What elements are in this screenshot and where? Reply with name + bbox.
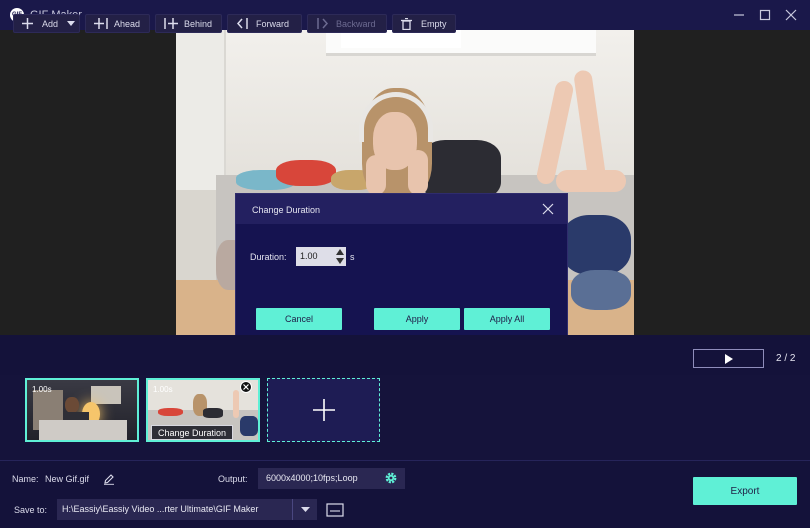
save-to-label: Save to: (14, 505, 48, 515)
empty-button[interactable]: Empty (392, 14, 456, 33)
save-path-dropdown[interactable] (292, 499, 317, 520)
backward-label: Backward (336, 18, 376, 29)
ahead-label: Ahead (114, 18, 141, 29)
duration-stepper[interactable] (334, 247, 346, 266)
close-icon (785, 9, 797, 21)
frame-duration: 1.00s (153, 385, 173, 394)
gear-icon[interactable] (384, 471, 398, 485)
output-settings-field[interactable]: 6000x4000;10fps;Loop (258, 468, 405, 489)
trash-icon (401, 17, 415, 30)
frame-duration: 1.00s (32, 385, 52, 394)
forward-label: Forward (256, 18, 290, 29)
dialog-header: Change Duration (236, 194, 567, 224)
export-button[interactable]: Export (693, 477, 797, 505)
move-backward-icon (316, 18, 330, 29)
frame-toolbar (0, 335, 810, 375)
duration-label: Duration: (250, 252, 287, 262)
minimize-icon (734, 14, 744, 16)
edit-icon[interactable] (103, 472, 115, 485)
output-label: Output: (218, 474, 248, 484)
duration-unit: s (350, 252, 355, 262)
add-label: Add (42, 18, 59, 29)
change-duration-button[interactable]: Change Duration (151, 425, 234, 440)
chevron-down-icon[interactable] (67, 19, 76, 29)
minimize-button[interactable] (730, 6, 748, 24)
change-duration-dialog: Change Duration Duration: 1.00 s Cancel … (235, 193, 568, 345)
app-window: GIF GIF Maker (0, 0, 810, 528)
apply-all-button[interactable]: Apply All (464, 308, 550, 330)
backward-button[interactable]: Backward (307, 14, 387, 33)
behind-button[interactable]: Behind (155, 14, 222, 33)
behind-label: Behind (184, 18, 213, 29)
decrement-arrow-icon[interactable] (334, 256, 346, 265)
dialog-title: Change Duration (252, 205, 321, 215)
empty-label: Empty (421, 18, 447, 29)
name-value: New Gif.gif (45, 474, 90, 484)
dialog-close-button[interactable] (541, 202, 555, 216)
forward-button[interactable]: Forward (227, 14, 302, 33)
add-button[interactable]: Add (13, 14, 80, 33)
cancel-button[interactable]: Cancel (256, 308, 342, 330)
folder-icon[interactable] (326, 502, 344, 517)
insert-behind-icon (164, 18, 178, 29)
save-path-field[interactable]: H:\Eassiy\Eassiy Video ...rter Ultimate\… (57, 499, 317, 520)
play-icon (724, 353, 733, 364)
insert-ahead-icon (94, 18, 108, 29)
frame-page-count: 2 / 2 (776, 353, 796, 364)
name-label: Name: (12, 474, 39, 484)
maximize-icon (759, 9, 771, 21)
delete-frame-button[interactable] (240, 381, 252, 393)
apply-button[interactable]: Apply (374, 308, 460, 330)
close-window-button[interactable] (782, 6, 800, 24)
increment-arrow-icon[interactable] (334, 247, 346, 256)
frame-thumbnail-1[interactable]: 1.00s (25, 378, 139, 442)
ahead-button[interactable]: Ahead (85, 14, 150, 33)
close-icon (243, 384, 249, 390)
chevron-down-icon (300, 506, 310, 512)
move-forward-icon (236, 18, 250, 29)
add-frame-button[interactable] (267, 378, 380, 442)
maximize-button[interactable] (756, 6, 774, 24)
plus-icon (312, 399, 335, 421)
play-button[interactable] (693, 349, 764, 368)
plus-icon (22, 18, 36, 29)
close-icon (542, 203, 554, 215)
